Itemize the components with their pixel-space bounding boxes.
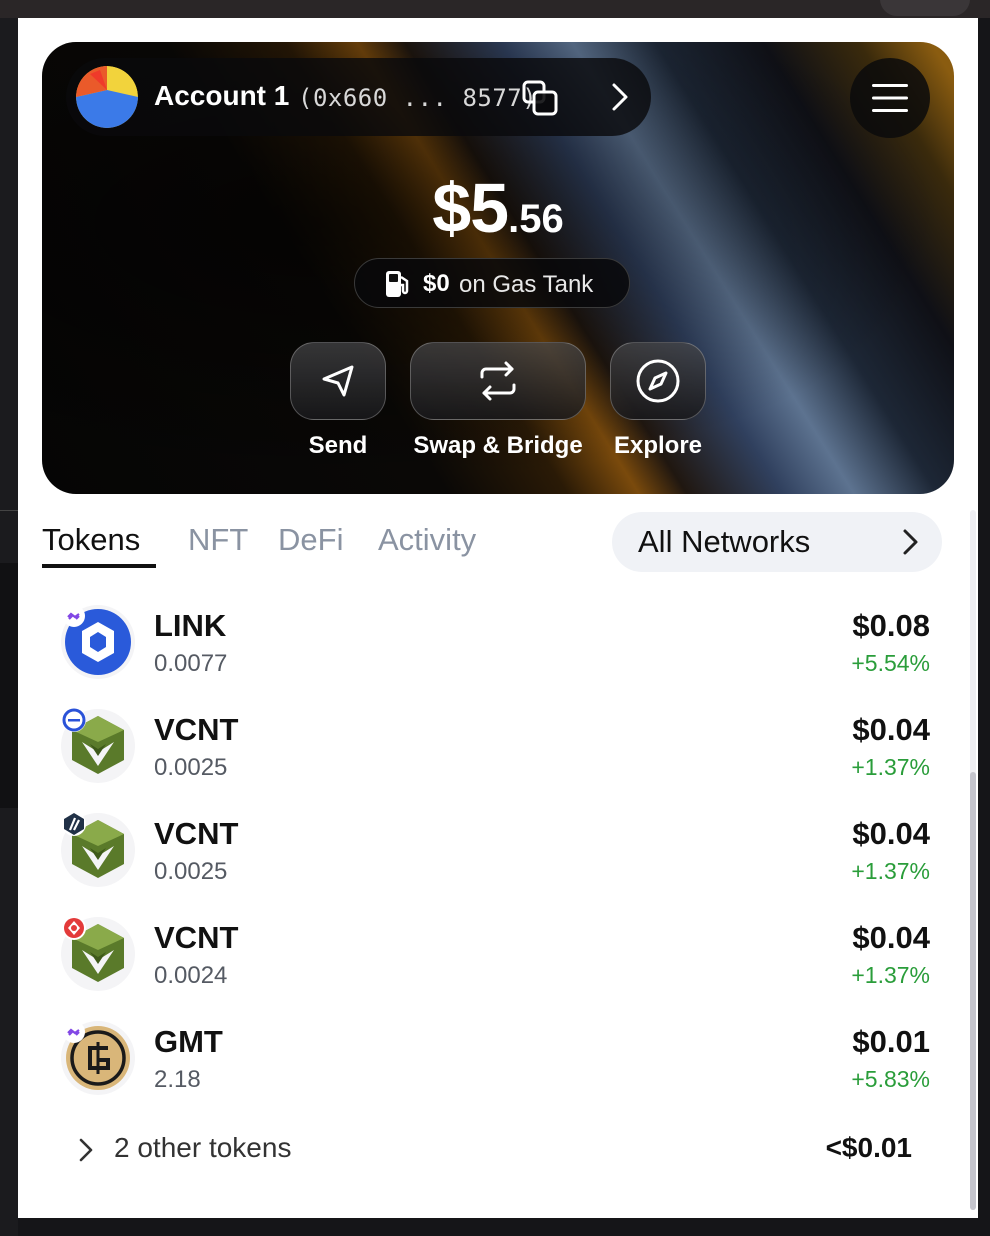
token-usd-value: $0.01 <box>852 1024 930 1059</box>
scrollbar[interactable] <box>970 510 976 1210</box>
token-symbol: GMT <box>154 1024 223 1059</box>
gas-pump-icon <box>383 269 413 304</box>
dashboard-card: Account 1 (0x660 ... 8577) $5.56 $0 on G… <box>42 42 954 494</box>
send-action: Send <box>290 342 386 472</box>
token-usd-value: $0.04 <box>852 712 930 747</box>
tab-defi[interactable]: DeFi <box>278 522 343 558</box>
explore-action: Explore <box>610 342 706 472</box>
token-symbol: VCNT <box>154 816 239 851</box>
active-tab-indicator <box>42 564 156 568</box>
token-price-change: +5.83% <box>851 1066 930 1092</box>
token-usd-value: $0.08 <box>852 608 930 643</box>
token-amount: 0.0024 <box>154 962 228 989</box>
token-price-change: +1.37% <box>851 962 930 988</box>
wallet-popup: Account 1 (0x660 ... 8577) $5.56 $0 on G… <box>18 18 978 1218</box>
vcnt-icon <box>60 708 136 784</box>
account-selector[interactable]: Account 1 (0x660 ... 8577) <box>66 58 651 136</box>
send-label: Send <box>308 432 368 459</box>
tab-nft[interactable]: NFT <box>188 522 248 558</box>
scrollbar-thumb[interactable] <box>970 772 976 1210</box>
other-tokens-label: 2 other tokens <box>114 1132 292 1163</box>
tab-tokens[interactable]: Tokens <box>42 522 140 558</box>
hamburger-icon <box>872 84 908 112</box>
background-panel <box>0 563 18 808</box>
token-symbol: LINK <box>154 608 227 643</box>
balance-whole: $5 <box>432 169 509 247</box>
swap-bridge-label: Swap & Bridge <box>413 432 583 459</box>
gas-tank-amount: $0 <box>423 270 450 297</box>
token-amount: 0.0077 <box>154 650 228 677</box>
explore-label: Explore <box>613 432 703 459</box>
network-filter[interactable]: All Networks <box>612 512 942 572</box>
browser-toolbar-pill <box>880 0 970 16</box>
token-price-change: +5.54% <box>851 650 930 676</box>
divider <box>0 510 18 511</box>
send-button[interactable] <box>290 342 386 420</box>
token-amount: 2.18 <box>154 1066 201 1093</box>
token-price-change: +1.37% <box>851 858 930 884</box>
token-usd-value: $0.04 <box>852 920 930 955</box>
token-row[interactable]: LINK 0.0077 $0.08 +5.54% <box>18 600 978 704</box>
token-amount: 0.0025 <box>154 858 228 885</box>
token-row[interactable]: GMT 2.18 $0.01 +5.83% <box>18 1016 978 1120</box>
other-tokens-toggle[interactable]: 2 other tokens <$0.01 <box>18 1120 978 1180</box>
token-symbol: VCNT <box>154 712 239 747</box>
explore-button[interactable] <box>610 342 706 420</box>
swap-action: Swap & Bridge <box>410 342 586 472</box>
chevron-right-icon <box>903 529 918 555</box>
background-page <box>0 18 18 1236</box>
send-icon <box>322 365 354 397</box>
token-row[interactable]: VCNT 0.0025 $0.04 +1.37% <box>18 808 978 912</box>
gmt-icon <box>60 1020 136 1096</box>
copy-icon[interactable] <box>520 78 560 118</box>
total-balance: $5.56 <box>42 168 954 248</box>
token-amount: 0.0025 <box>154 754 228 781</box>
vcnt-icon <box>60 812 136 888</box>
account-name: Account 1 <box>154 80 290 111</box>
swap-icon <box>480 361 516 401</box>
menu-button[interactable] <box>850 58 930 138</box>
gas-tank-button[interactable]: $0 on Gas Tank <box>354 258 630 308</box>
compass-icon <box>636 359 680 403</box>
chainlink-icon <box>60 604 136 680</box>
other-tokens-value: <$0.01 <box>825 1132 912 1163</box>
swap-bridge-button[interactable] <box>410 342 586 420</box>
browser-top-bar <box>0 0 990 18</box>
token-row[interactable]: VCNT 0.0024 $0.04 +1.37% <box>18 912 978 1016</box>
network-filter-label: All Networks <box>638 524 811 559</box>
balance-cents: .56 <box>508 197 564 241</box>
token-price-change: +1.37% <box>851 754 930 780</box>
chevron-right-icon <box>79 1138 93 1162</box>
token-symbol: VCNT <box>154 920 239 955</box>
account-address: (0x660 ... 8577) <box>298 84 538 112</box>
vcnt-icon <box>60 916 136 992</box>
token-usd-value: $0.04 <box>852 816 930 851</box>
gas-tank-label: on Gas Tank <box>459 271 594 298</box>
account-avatar <box>76 66 138 128</box>
token-row[interactable]: VCNT 0.0025 $0.04 +1.37% <box>18 704 978 808</box>
tab-activity[interactable]: Activity <box>378 522 476 558</box>
chevron-right-icon[interactable] <box>604 82 634 112</box>
